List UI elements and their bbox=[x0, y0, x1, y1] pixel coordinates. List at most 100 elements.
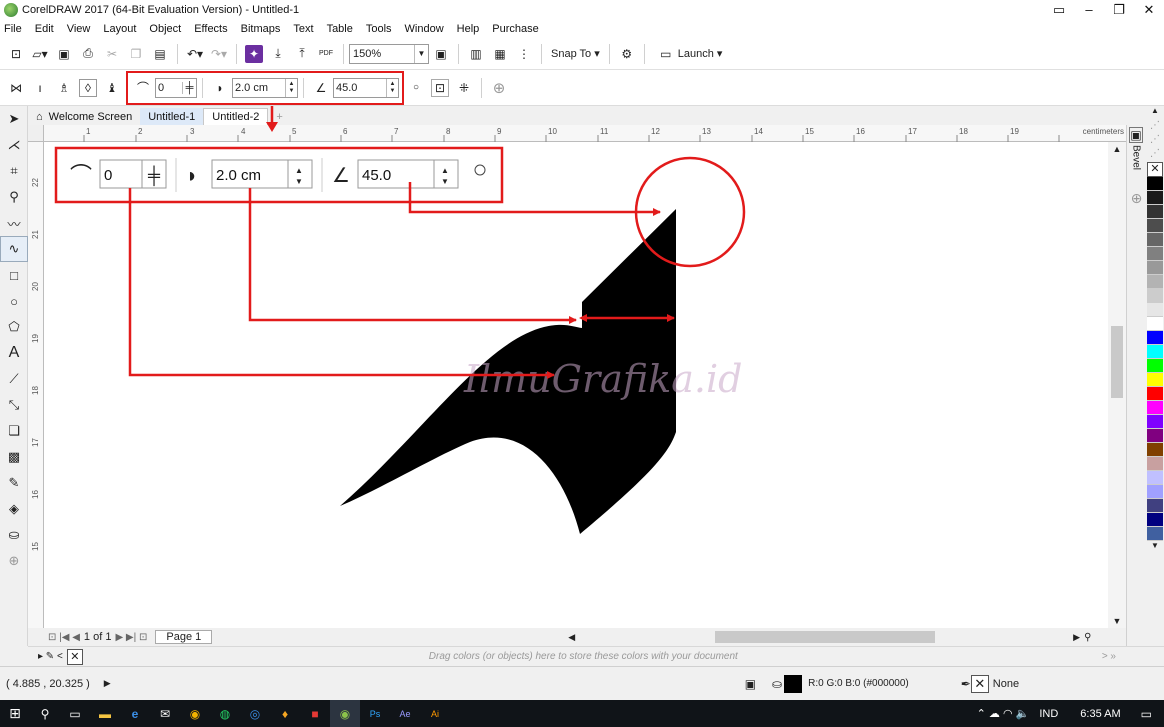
tray-icons[interactable]: ⌃ ☁ ◠ 🔈 bbox=[977, 707, 1030, 720]
palette-swatch[interactable] bbox=[1147, 177, 1163, 191]
horizontal-scroll-thumb[interactable] bbox=[715, 631, 936, 643]
show-rulers-icon[interactable]: ▥ bbox=[467, 45, 485, 63]
status-expand-icon[interactable]: ▶ bbox=[104, 678, 111, 689]
add-circle-icon[interactable]: ⊕ bbox=[490, 79, 508, 97]
search-icon[interactable]: ⚲ bbox=[30, 700, 60, 727]
launch-dropdown[interactable]: ▭ Launch ▾ bbox=[654, 45, 722, 63]
print-icon[interactable]: ⎙ bbox=[79, 45, 97, 63]
menu-purchase[interactable]: Purchase bbox=[492, 23, 538, 35]
transparency-tool-icon[interactable]: ▩ bbox=[0, 444, 28, 470]
app-icon[interactable]: ♦ bbox=[270, 700, 300, 727]
palette-scroll-down-icon[interactable]: ▼ bbox=[1146, 541, 1164, 555]
close-button[interactable]: ✕ bbox=[1134, 0, 1164, 20]
crop-tool-icon[interactable]: ⌗ bbox=[0, 158, 28, 184]
palette-swatch[interactable] bbox=[1147, 359, 1163, 373]
eyedropper-tool-icon[interactable]: ✎ bbox=[0, 470, 28, 496]
copy-icon[interactable]: ❐ bbox=[127, 45, 145, 63]
ruler-origin[interactable] bbox=[28, 125, 44, 142]
cut-icon[interactable]: ✂ bbox=[103, 45, 121, 63]
search-content-icon[interactable]: ✦ bbox=[245, 44, 263, 63]
redo-icon[interactable]: ↷▾ bbox=[210, 45, 228, 63]
save-icon[interactable]: ▣ bbox=[55, 45, 73, 63]
palette-swatch[interactable] bbox=[1147, 345, 1163, 359]
preset-mode-icon[interactable]: ⋈ bbox=[7, 79, 25, 97]
freehand-tool-icon[interactable]: 〰 bbox=[0, 210, 28, 236]
snap-to-dropdown[interactable]: Snap To ▾ bbox=[551, 47, 600, 60]
menu-edit[interactable]: Edit bbox=[35, 23, 54, 35]
palette-swatch[interactable] bbox=[1147, 233, 1163, 247]
palette-swatch[interactable] bbox=[1147, 219, 1163, 233]
palette-swatch[interactable] bbox=[1147, 275, 1163, 289]
menu-layout[interactable]: Layout bbox=[103, 23, 136, 35]
outline-swatch[interactable]: ✕ bbox=[970, 674, 989, 693]
menu-help[interactable]: Help bbox=[457, 23, 480, 35]
doc-palette-controls[interactable]: ▸ ✎ < bbox=[38, 651, 63, 662]
restore-button[interactable]: ❐ bbox=[1104, 0, 1134, 20]
palette-swatch[interactable] bbox=[1147, 513, 1163, 527]
menu-window[interactable]: Window bbox=[405, 23, 444, 35]
zoom-level-select[interactable]: 150% ▼ bbox=[349, 43, 429, 64]
ellipse-tool-icon[interactable]: ○ bbox=[0, 288, 28, 314]
apply-to-all-icon[interactable]: ⁜ bbox=[455, 79, 473, 97]
doc-palette-scroll-icon[interactable]: > » bbox=[1102, 651, 1116, 662]
show-grid-icon[interactable]: ▦ bbox=[491, 45, 509, 63]
full-screen-icon[interactable]: ▣ bbox=[432, 45, 450, 63]
polygon-tool-icon[interactable]: ⬠ bbox=[0, 314, 28, 340]
palette-swatch[interactable] bbox=[1147, 303, 1163, 317]
palette-swatch[interactable] bbox=[1147, 247, 1163, 261]
paste-icon[interactable]: ▤ bbox=[151, 45, 169, 63]
expression-mode-icon[interactable]: ♝ bbox=[103, 79, 121, 97]
zoom-navigator-icon[interactable]: ⚲ bbox=[1084, 632, 1091, 643]
palette-swatch[interactable] bbox=[1147, 471, 1163, 485]
width-input[interactable]: 2.0 cm ▲ ▼ bbox=[232, 77, 298, 98]
after-effects-icon[interactable]: Ae bbox=[390, 700, 420, 727]
whatsapp-icon[interactable]: ◍ bbox=[210, 700, 240, 727]
menu-file[interactable]: File bbox=[4, 23, 22, 35]
palette-swatch[interactable] bbox=[1147, 527, 1163, 541]
calligraphic-mode-icon[interactable]: ◊ bbox=[79, 78, 97, 97]
scroll-left-icon[interactable]: ◀ bbox=[568, 632, 575, 643]
palette-swatch[interactable] bbox=[1147, 261, 1163, 275]
palette-swatch[interactable] bbox=[1147, 415, 1163, 429]
mail-icon[interactable]: ✉ bbox=[150, 700, 180, 727]
palette-swatch[interactable] bbox=[1147, 499, 1163, 513]
add-tool-icon[interactable]: ⊕ bbox=[0, 548, 28, 574]
vertical-scrollbar[interactable]: ▲ ▼ bbox=[1108, 142, 1126, 628]
menu-text[interactable]: Text bbox=[293, 23, 313, 35]
photoshop-icon[interactable]: Ps bbox=[360, 700, 390, 727]
zoom-tool-icon[interactable]: ⚲ bbox=[0, 184, 28, 210]
chrome-icon[interactable]: ◉ bbox=[180, 700, 210, 727]
palette-swatch[interactable] bbox=[1147, 317, 1163, 331]
palette-swatch[interactable] bbox=[1147, 205, 1163, 219]
illustrator-icon[interactable]: Ai bbox=[420, 700, 450, 727]
palette-swatch[interactable] bbox=[1147, 373, 1163, 387]
edge-browser-icon[interactable]: e bbox=[120, 700, 150, 727]
fill-swatch[interactable] bbox=[784, 674, 803, 693]
vertical-ruler[interactable]: 22 21 20 19 18 17 16 15 bbox=[28, 142, 44, 628]
tray-clock[interactable]: 6:35 AM bbox=[1080, 708, 1120, 720]
page-nav-controls[interactable]: ⊡ |◀ ◀ bbox=[48, 632, 80, 643]
menu-tools[interactable]: Tools bbox=[366, 23, 392, 35]
tab-untitled-1[interactable]: Untitled-1 bbox=[140, 108, 204, 125]
menu-bitmaps[interactable]: Bitmaps bbox=[241, 23, 281, 35]
red-app-icon[interactable]: ■ bbox=[300, 700, 330, 727]
drop-shadow-tool-icon[interactable]: ❏ bbox=[0, 418, 28, 444]
palette-swatch[interactable] bbox=[1147, 485, 1163, 499]
palette-swatch[interactable] bbox=[1147, 401, 1163, 415]
help-window-icon[interactable]: ▭ bbox=[1044, 0, 1074, 20]
color-proof-icon[interactable]: ▣ bbox=[745, 677, 756, 691]
options-gear-icon[interactable]: ⚙ bbox=[618, 45, 636, 63]
minimize-button[interactable]: – bbox=[1074, 0, 1104, 20]
width-spinner[interactable]: ▲ ▼ bbox=[285, 78, 297, 97]
no-color-swatch[interactable]: ✕ bbox=[1147, 162, 1163, 177]
connector-tool-icon[interactable]: ⤡ bbox=[0, 392, 28, 418]
notification-icon[interactable]: ▭ bbox=[1141, 707, 1152, 721]
browser-icon[interactable]: ◎ bbox=[240, 700, 270, 727]
new-document-icon[interactable]: ⊡ bbox=[7, 45, 25, 63]
pick-tool-icon[interactable]: ➤ bbox=[0, 106, 28, 132]
scroll-down-icon[interactable]: ▼ bbox=[1108, 616, 1126, 626]
angle-input[interactable]: 45.0 ▲ ▼ bbox=[333, 77, 399, 98]
palette-options-icon[interactable]: ⋰ bbox=[1146, 148, 1164, 162]
interactive-fill-tool-icon[interactable]: ◈ bbox=[0, 496, 28, 522]
palette-swatch[interactable] bbox=[1147, 457, 1163, 471]
